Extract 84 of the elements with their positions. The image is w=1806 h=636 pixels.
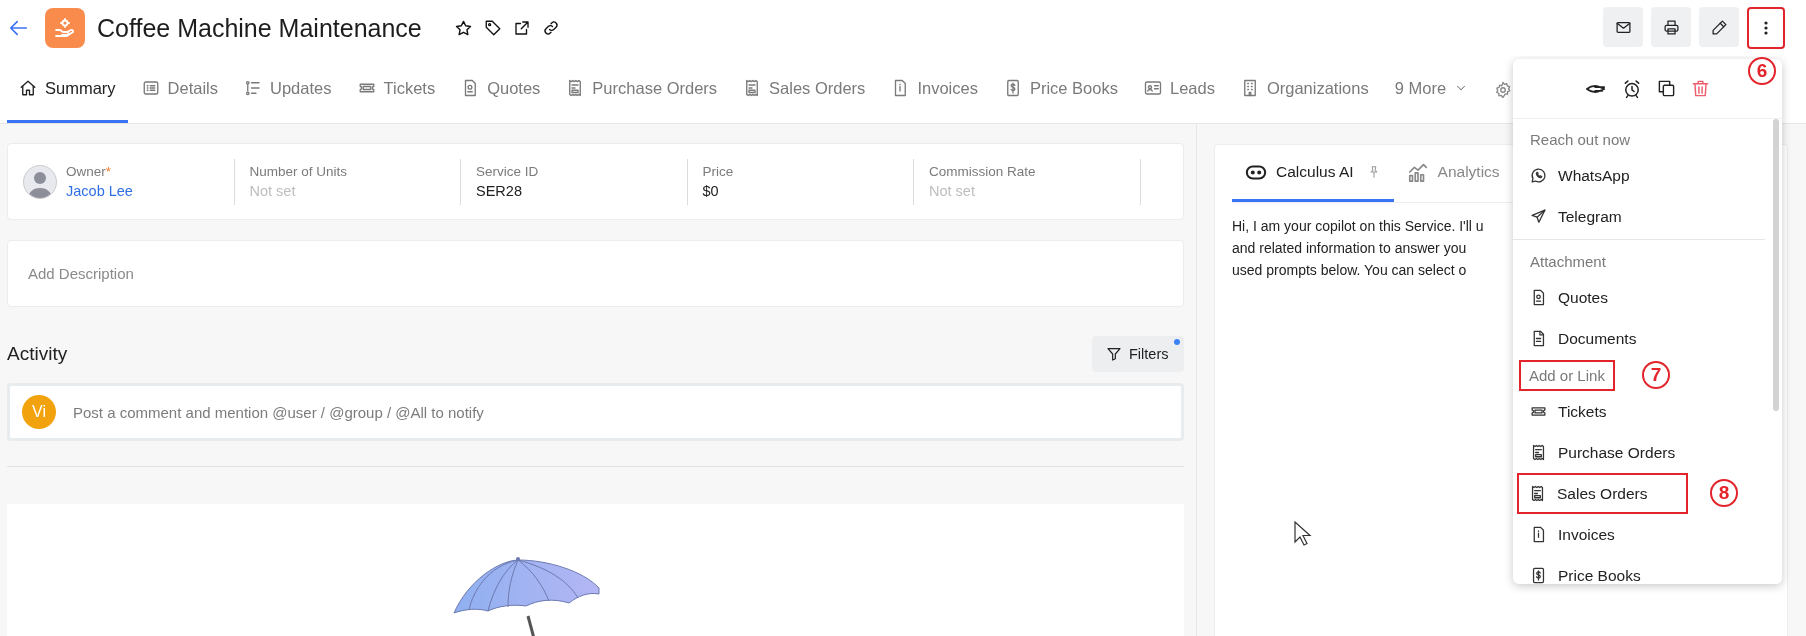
star-icon — [453, 18, 473, 38]
alarm-clock-icon — [1622, 78, 1642, 99]
comment-field[interactable]: Vi Post a comment and mention @user / @group / @All to notify — [7, 383, 1184, 441]
field-label: Owner* — [66, 164, 113, 179]
menu-item[interactable]: Quotes — [1530, 277, 1770, 318]
settings-icon — [1494, 80, 1513, 99]
nav-tab[interactable]: Updates — [232, 56, 344, 123]
menu-item[interactable]: Documents — [1530, 318, 1770, 359]
panel-tab[interactable]: Analytics — [1393, 145, 1500, 202]
menu-section-title: Attachment — [1530, 252, 1606, 270]
link-icon — [541, 19, 560, 37]
user-avatar: Vi — [22, 395, 56, 429]
section-title: Activity — [7, 343, 68, 365]
field-value: Not set — [929, 183, 976, 199]
filters-button[interactable]: Filters — [1092, 336, 1184, 372]
menu-section-title: Add or Link — [1519, 359, 1615, 391]
callout-badge: 8 — [1710, 479, 1738, 507]
menu-section-title: Reach out now — [1530, 130, 1631, 148]
trash-icon — [1691, 79, 1710, 98]
nav-tab[interactable]: Tickets — [345, 56, 448, 123]
print-button[interactable] — [1651, 7, 1691, 47]
field-label: Commission Rate — [929, 164, 1036, 179]
assistant-message-line: Hi, I am your copilot on this Service. I'll u — [1232, 217, 1484, 236]
avatar-icon — [23, 164, 57, 199]
menu-item[interactable]: Invoices — [1530, 514, 1770, 555]
dollar-document-icon — [1530, 567, 1547, 584]
field-value: Not set — [249, 183, 297, 199]
nav-tab[interactable]: Quotes — [449, 56, 553, 123]
pencil-icon — [1710, 18, 1728, 36]
list-icon — [141, 79, 160, 97]
nav-tab[interactable]: Leads — [1131, 56, 1227, 123]
vertical-dots-icon — [1764, 21, 1768, 35]
more-options-button[interactable] — [1747, 7, 1785, 49]
field-value: SER28 — [476, 183, 523, 199]
paper-plane-icon — [1530, 208, 1547, 225]
copy-link-button[interactable] — [541, 18, 560, 38]
panel-tab[interactable]: Calculus AI — [1232, 145, 1394, 202]
mouse-pointer-icon — [1294, 521, 1312, 547]
field-label: Price — [702, 164, 734, 179]
comment-placeholder: Post a comment and mention @user / @group / @All to notify — [73, 403, 484, 421]
printer-icon — [1662, 18, 1680, 36]
nav-tab[interactable]: Price Books — [991, 56, 1130, 123]
timeline-icon — [244, 79, 263, 97]
field-label: Number of Units — [249, 164, 348, 179]
record-title: Coffee Machine Maintenance — [97, 13, 422, 43]
chat-bubble-icon — [1530, 167, 1547, 184]
tag-icon — [483, 19, 502, 37]
email-button[interactable] — [1603, 7, 1643, 47]
menu-item[interactable]: Price Books — [1530, 555, 1770, 596]
external-link-icon — [512, 19, 531, 37]
field-value: $0 — [702, 183, 720, 199]
callout-badge: 7 — [1642, 361, 1670, 389]
nav-tab[interactable]: Details — [129, 56, 231, 123]
open-external-button[interactable] — [512, 18, 531, 38]
menu-item[interactable]: Telegram — [1530, 196, 1770, 237]
field-label: Service ID — [476, 164, 539, 179]
reminder-button[interactable] — [1622, 78, 1642, 99]
bar-chart-icon — [1406, 161, 1429, 183]
assistant-message-line: used prompts below. You can select o — [1232, 261, 1467, 280]
scrollbar[interactable] — [1773, 119, 1779, 411]
menu-item[interactable]: Purchase Orders — [1530, 432, 1770, 473]
copy-icon — [1657, 79, 1676, 98]
receipt-icon — [1530, 444, 1547, 461]
edit-button[interactable] — [1699, 7, 1739, 47]
owner-link[interactable]: Jacob Lee — [66, 183, 133, 199]
id-card-icon — [1143, 79, 1162, 97]
nav-tab[interactable]: Organizations — [1228, 56, 1381, 123]
tag-button[interactable] — [483, 18, 502, 38]
menu-item[interactable]: WhatsApp — [1530, 155, 1770, 196]
nav-tab[interactable]: Invoices — [879, 56, 990, 123]
nav-tab[interactable]: Purchase Orders — [554, 56, 730, 123]
menu-item[interactable]: Tickets — [1530, 391, 1770, 432]
duplicate-button[interactable] — [1657, 79, 1676, 98]
assistant-message-line: and related information to answer you — [1232, 239, 1467, 258]
nav-tab[interactable]: 9 More — [1382, 56, 1481, 123]
description-placeholder[interactable]: Add Description — [28, 265, 134, 282]
receipt-icon — [1529, 485, 1546, 502]
hand-with-gear-icon — [53, 16, 77, 40]
delete-button[interactable] — [1691, 79, 1710, 98]
filter-icon — [1106, 346, 1122, 362]
nav-tab[interactable]: Sales Orders — [731, 56, 878, 123]
home-icon — [19, 79, 37, 97]
nav-tab[interactable]: Summary — [7, 56, 128, 123]
favorite-button[interactable] — [453, 18, 473, 38]
